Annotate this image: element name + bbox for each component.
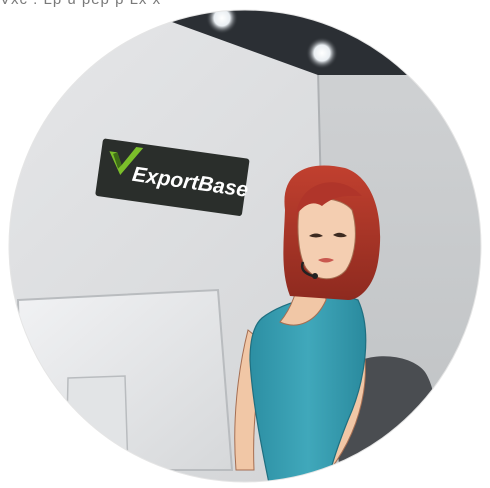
ceiling-light-1 bbox=[206, 10, 238, 34]
teal-dress bbox=[249, 295, 367, 482]
monitor-stand bbox=[65, 375, 129, 471]
headset-mic bbox=[312, 273, 318, 279]
ceiling-light-2 bbox=[306, 37, 338, 69]
face bbox=[297, 198, 356, 280]
circular-illustration: ExportBase bbox=[8, 9, 482, 483]
scene-group: ExportBase bbox=[9, 10, 481, 482]
computer-monitor bbox=[16, 288, 234, 471]
